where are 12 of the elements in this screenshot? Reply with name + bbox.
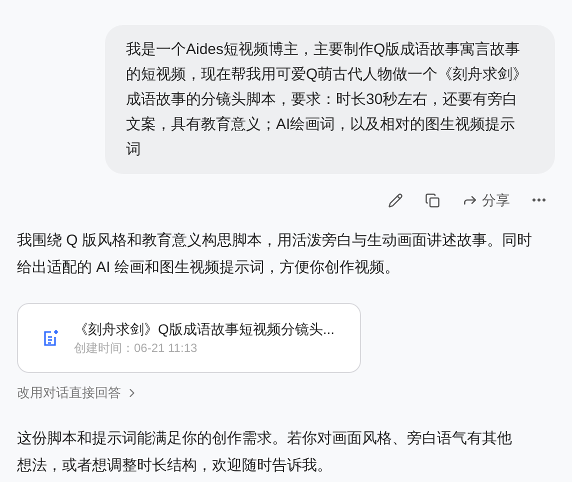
document-card[interactable]: 《刻舟求剑》Q版成语故事短视频分镜头... 创建时间：06-21 11:13 xyxy=(17,303,361,373)
share-button[interactable]: 分享 xyxy=(458,186,514,214)
user-message: 我是一个Aides短视频博主，主要制作Q版成语故事寓言故事的短视频，现在帮我用可爱Q萌古代人物做一个《刻舟求剑》成语故事的分镜头脚本，要求：时长30秒左右，还要有旁白文案，具有教育意义；AI绘画词，以及相对的图生视频提示词 xyxy=(105,25,555,174)
edit-icon xyxy=(388,192,403,208)
switch-link[interactable]: 改用对话直接回答 xyxy=(17,383,139,402)
reply-text: 我围绕 Q 版风格和教育意义构思脚本，用活泼旁白与生动画面讲述故事。同时给出适配的 AI 绘画和图生视频提示词，方便你创作视频。 xyxy=(17,231,534,278)
document-title: 《刻舟求剑》Q版成语故事短视频分镜头... xyxy=(74,320,335,339)
document-date: 创建时间：06-21 11:13 xyxy=(74,340,198,357)
closing-text: 这份脚本和提示词能满足你的创作需求。若你对画面风格、旁白语气有其他想法，或者想调整时长结构，欢迎随时告诉我。 xyxy=(17,428,513,476)
more-icon xyxy=(532,198,546,202)
copy-icon xyxy=(425,192,440,208)
document-icon xyxy=(42,329,60,347)
